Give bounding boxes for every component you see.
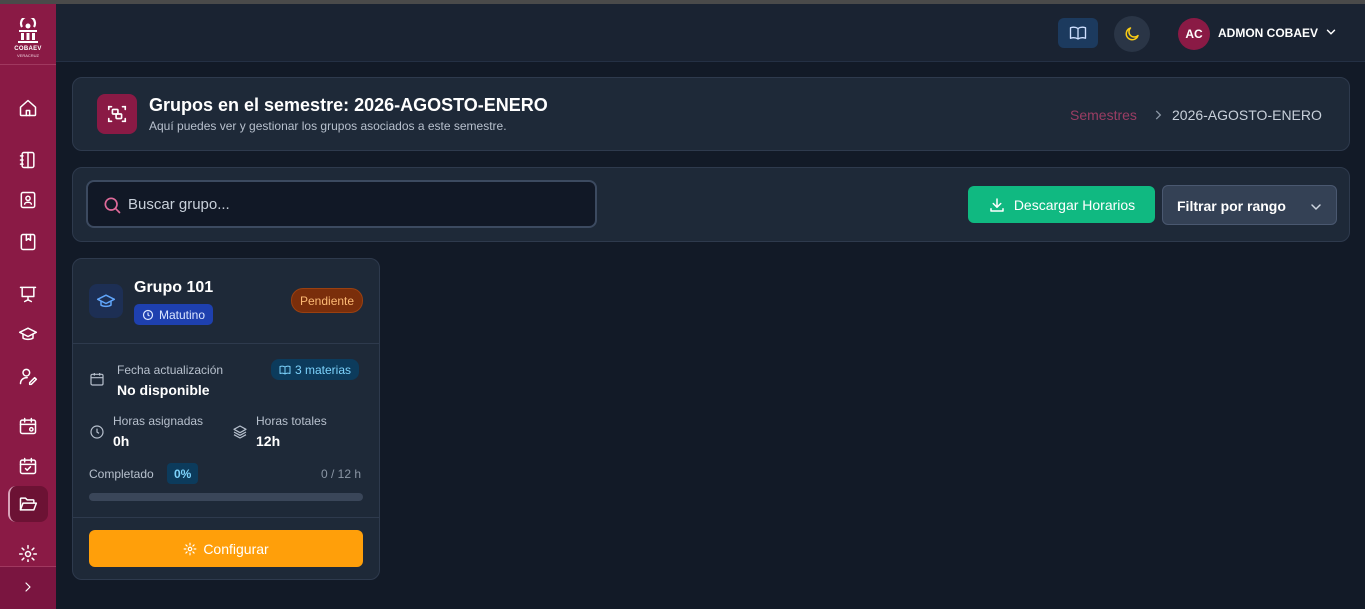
user-edit-icon: [19, 368, 38, 386]
download-icon: [990, 197, 1004, 212]
folder-open-icon: [19, 497, 38, 511]
page-title: Grupos en el semestre: 2026-AGOSTO-ENERO: [149, 95, 548, 115]
gear-icon: [183, 542, 197, 555]
subjects-badge: 3 materias: [271, 359, 360, 380]
group-card: Grupo 101 Matutino Pendiente Fecha actua…: [72, 258, 380, 580]
sidebar-item-bookmarks[interactable]: [16, 230, 40, 254]
scan-group-icon: [107, 105, 127, 123]
search-icon: [104, 197, 121, 214]
home-icon: [19, 99, 37, 117]
sidebar-divider: [0, 64, 56, 65]
group-title: Grupo 101: [134, 279, 214, 296]
page-header-card: Grupos en el semestre: 2026-AGOSTO-ENERO…: [72, 77, 1350, 151]
cobaev-emblem-icon: [18, 18, 38, 43]
sidebar-item-settings[interactable]: [16, 544, 40, 562]
configure-button[interactable]: Configurar: [89, 530, 363, 567]
sidebar-item-home[interactable]: [16, 96, 40, 120]
groups-icon-badge: [97, 94, 137, 134]
total-hours-label: Horas totales: [256, 414, 327, 428]
sidebar-item-courses[interactable]: [16, 322, 40, 346]
calendar-check-icon: [19, 457, 37, 475]
range-filter-select[interactable]: Filtrar por rango: [1162, 185, 1337, 225]
shift-label: Matutino: [159, 307, 206, 322]
calendar-settings-icon: [19, 417, 37, 435]
clock-icon: [90, 425, 104, 439]
sidebar: COBAEV VERACRUZ: [0, 4, 56, 609]
presentation-icon: [19, 286, 37, 303]
moon-icon: [1125, 27, 1139, 41]
breadcrumb-chevron-icon: [1155, 110, 1162, 120]
open-book-icon: [1069, 26, 1087, 40]
cobaev-logo[interactable]: COBAEV VERACRUZ: [12, 18, 44, 64]
contact-book-icon: [20, 191, 36, 209]
manual-button[interactable]: [1058, 18, 1098, 48]
progress-bar: [89, 493, 363, 501]
sidebar-item-semesters[interactable]: [16, 492, 40, 516]
layers-icon: [233, 425, 247, 439]
top-header: AC ADMON COBAEV: [56, 4, 1365, 62]
user-name[interactable]: ADMON COBAEV: [1218, 26, 1318, 40]
updated-label: Fecha actualización: [117, 363, 224, 377]
chevron-down-icon: [1311, 204, 1321, 211]
sidebar-footer: [0, 566, 56, 609]
sidebar-item-calendar[interactable]: [16, 454, 40, 478]
sidebar-item-contacts[interactable]: [16, 188, 40, 212]
clock-icon: [142, 309, 154, 320]
chevron-right-icon: [25, 582, 31, 592]
shift-badge: Matutino: [134, 304, 214, 325]
subjects-count: 3 materias: [295, 362, 352, 377]
sidebar-item-schedule-settings[interactable]: [16, 414, 40, 438]
open-book-icon: [279, 365, 291, 374]
logo-text: COBAEV: [14, 46, 42, 52]
notebook-icon: [19, 151, 35, 169]
card-divider: [73, 343, 379, 344]
assigned-hours-value: 0h: [113, 433, 130, 449]
logo-subtext: VERACRUZ: [16, 53, 39, 58]
sidebar-item-notebook[interactable]: [16, 148, 40, 172]
sidebar-item-presentations[interactable]: [16, 282, 40, 306]
toolbar: Descargar Horarios Filtrar por rango: [72, 167, 1350, 242]
download-schedules-button[interactable]: Descargar Horarios: [968, 186, 1155, 223]
total-hours-value: 12h: [256, 433, 281, 449]
status-badge: Pendiente: [291, 288, 364, 313]
updated-value: No disponible: [117, 382, 210, 398]
graduation-cap-icon: [18, 327, 38, 341]
assigned-hours-label: Horas asignadas: [113, 414, 204, 428]
breadcrumb-current: 2026-AGOSTO-ENERO: [1172, 107, 1322, 123]
download-button-label: Descargar Horarios: [1013, 196, 1136, 213]
configure-button-label: Configurar: [203, 540, 269, 557]
breadcrumb-semesters-link[interactable]: Semestres: [1070, 107, 1137, 123]
chevron-down-icon[interactable]: [1324, 25, 1338, 39]
completed-label: Completado: [89, 467, 154, 481]
sidebar-expand-button[interactable]: [16, 575, 40, 599]
completed-percent-badge: 0%: [167, 463, 199, 484]
search-box[interactable]: [86, 180, 597, 228]
group-icon-badge: [89, 284, 123, 318]
bookmark-book-icon: [20, 233, 36, 251]
card-divider: [73, 517, 379, 518]
sidebar-item-teachers[interactable]: [16, 364, 40, 388]
gear-icon: [18, 544, 38, 562]
theme-toggle-button[interactable]: [1114, 16, 1150, 52]
avatar[interactable]: AC: [1178, 18, 1210, 50]
graduation-cap-icon: [96, 294, 116, 308]
filter-label: Filtrar por rango: [1177, 198, 1286, 214]
search-input[interactable]: [128, 192, 568, 216]
calendar-icon: [90, 373, 104, 386]
hours-ratio: 0 / 12 h: [321, 467, 362, 481]
page-subtitle: Aquí puedes ver y gestionar los grupos a…: [149, 119, 507, 133]
